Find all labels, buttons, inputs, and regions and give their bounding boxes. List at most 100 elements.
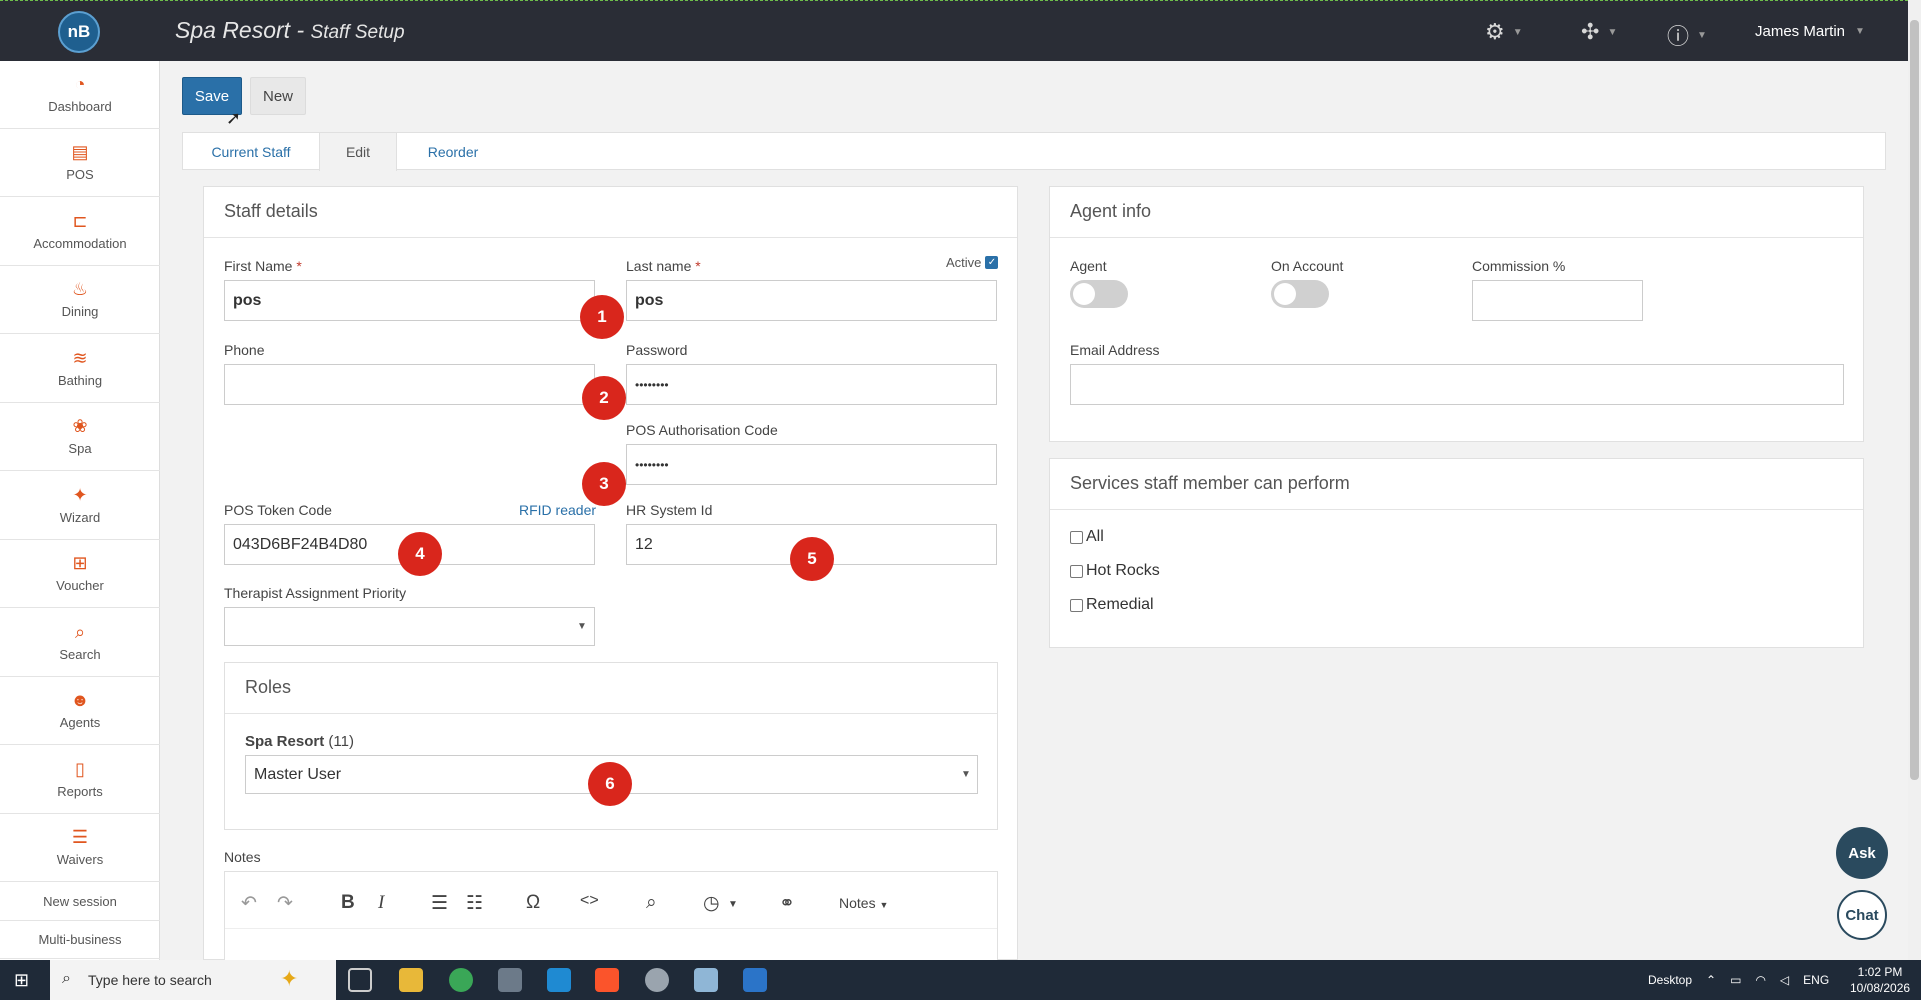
- annotation-badge-4: 4: [398, 532, 442, 576]
- italic-icon[interactable]: I: [378, 892, 384, 914]
- volume-icon[interactable]: ◁: [1780, 973, 1789, 987]
- page-scrollbar[interactable]: [1908, 0, 1921, 960]
- settings-menu-button[interactable]: ⚙ ▼: [1485, 19, 1523, 45]
- pos-authorisation-label: POS Authorisation Code: [626, 422, 778, 438]
- service-option-all[interactable]: All: [1070, 528, 1104, 546]
- special-character-icon[interactable]: Ω: [526, 892, 540, 914]
- on-account-label: On Account: [1271, 258, 1344, 274]
- sidebar-item-dining[interactable]: ♨ Dining: [0, 266, 160, 334]
- file-explorer-icon[interactable]: [399, 968, 423, 992]
- chevron-down-icon: ▼: [879, 900, 889, 910]
- tab-current-staff[interactable]: Current Staff: [183, 133, 319, 171]
- vscode-icon[interactable]: [547, 968, 571, 992]
- service-option-label: Hot Rocks: [1086, 562, 1160, 579]
- service-option-hot-rocks[interactable]: Hot Rocks: [1070, 562, 1160, 580]
- battery-icon[interactable]: ▭: [1730, 973, 1741, 987]
- user-menu[interactable]: James Martin ▼: [1755, 23, 1865, 40]
- divider: [1050, 509, 1863, 510]
- wifi-icon[interactable]: ◠: [1755, 973, 1765, 987]
- task-view-icon[interactable]: [348, 968, 372, 992]
- commission-input[interactable]: [1472, 280, 1643, 321]
- phone-input[interactable]: [224, 364, 595, 405]
- services-title: Services staff member can perform: [1070, 473, 1350, 493]
- help-menu-button[interactable]: ⓘ ▼: [1667, 19, 1707, 51]
- search-icon[interactable]: ⌕: [646, 892, 657, 914]
- agent-toggle[interactable]: [1070, 280, 1128, 308]
- brave-browser-icon[interactable]: [595, 968, 619, 992]
- clock-icon[interactable]: ◷: [703, 892, 720, 915]
- rfid-reader-link[interactable]: RFID reader: [519, 502, 596, 518]
- sidebar-item-pos[interactable]: ▤ POS: [0, 129, 160, 197]
- sidebar-item-search[interactable]: ⌕ Search: [0, 609, 160, 677]
- new-session-link[interactable]: New session: [0, 883, 160, 921]
- notes-dropdown[interactable]: Notes ▼: [839, 895, 888, 911]
- email-input[interactable]: [1070, 364, 1844, 405]
- undo-icon[interactable]: ↶: [241, 892, 257, 915]
- chevron-up-icon[interactable]: ⌃: [1706, 973, 1716, 987]
- sidebar-item-spa[interactable]: ❀ Spa: [0, 403, 160, 471]
- service-option-label: Remedial: [1086, 596, 1154, 613]
- therapist-priority-select[interactable]: [224, 607, 595, 646]
- first-name-input[interactable]: pos: [224, 280, 595, 321]
- service-checkbox[interactable]: [1070, 564, 1083, 578]
- last-name-input[interactable]: pos: [626, 280, 997, 321]
- system-tray: Desktop ⌃ ▭ ◠ ◁ ENG: [1648, 960, 1829, 1000]
- pos-token-label: POS Token Code: [224, 502, 332, 518]
- on-account-toggle[interactable]: [1271, 280, 1329, 308]
- app-icon[interactable]: [694, 968, 718, 992]
- sidebar-item-accommodation[interactable]: ⊏ Accommodation: [0, 198, 160, 266]
- multi-business-link[interactable]: Multi-business: [0, 921, 160, 959]
- integrations-menu-button[interactable]: ✣ ▼: [1581, 19, 1617, 45]
- code-icon[interactable]: <>: [580, 892, 599, 910]
- dashboard-icon: ◔: [74, 74, 86, 94]
- redo-icon[interactable]: ↷: [277, 892, 293, 915]
- numbered-list-icon[interactable]: ☷: [466, 892, 483, 915]
- sidebar-item-wizard[interactable]: ✦ Wizard: [0, 472, 160, 540]
- taskbar-search-input[interactable]: ⌕ Type here to search ✦: [50, 960, 336, 1000]
- language-indicator[interactable]: ENG: [1803, 973, 1829, 987]
- taskbar-clock[interactable]: 1:02 PM 10/08/2026: [1850, 964, 1910, 996]
- sidebar-item-voucher[interactable]: ⊞ Voucher: [0, 540, 160, 608]
- chevron-down-icon: ▼: [1697, 29, 1707, 41]
- app-icon[interactable]: [498, 968, 522, 992]
- service-option-remedial[interactable]: Remedial: [1070, 596, 1154, 614]
- email-label: Email Address: [1070, 342, 1160, 358]
- link-icon[interactable]: ⚭: [779, 892, 795, 915]
- sidebar-item-label: Spa: [68, 441, 92, 456]
- chevron-down-icon: ▼: [1855, 26, 1865, 37]
- ask-button[interactable]: Ask: [1836, 827, 1888, 879]
- active-checkbox[interactable]: ✓: [985, 256, 999, 269]
- notes-editor[interactable]: ↶ ↷ B I ☰ ☷ Ω <> ⌕ ◷ ▼ ⚭ Notes ▼: [224, 871, 998, 961]
- sidebar-item-bathing[interactable]: ≋ Bathing: [0, 335, 160, 403]
- sidebar: ◔ Dashboard ▤ POS ⊏ Accommodation ♨ Dining ≋…: [0, 61, 160, 960]
- pos-authorisation-input[interactable]: ••••••••: [626, 444, 997, 485]
- bold-icon[interactable]: B: [341, 892, 355, 914]
- new-button[interactable]: New: [250, 77, 306, 115]
- password-label: Password: [626, 342, 688, 358]
- last-name-label-text: Last name: [626, 258, 692, 274]
- app-logo[interactable]: nB: [58, 11, 100, 53]
- chat-button[interactable]: Chat: [1837, 890, 1887, 940]
- phone-label: Phone: [224, 342, 265, 358]
- first-name-label-text: First Name: [224, 258, 293, 274]
- windows-start-icon[interactable]: ⊞: [14, 970, 29, 991]
- tab-edit[interactable]: Edit: [319, 133, 397, 171]
- sparkle-icon: ✦: [280, 966, 299, 991]
- settings-gear-icon[interactable]: [645, 968, 669, 992]
- scrollbar-thumb[interactable]: [1910, 20, 1919, 780]
- desktop-label[interactable]: Desktop: [1648, 973, 1692, 987]
- bullet-list-icon[interactable]: ☰: [431, 892, 448, 915]
- sidebar-item-waivers[interactable]: ☰ Waivers: [0, 814, 160, 882]
- chrome-icon[interactable]: [449, 968, 473, 992]
- outlook-icon[interactable]: [743, 968, 767, 992]
- service-checkbox[interactable]: [1070, 598, 1083, 612]
- password-input[interactable]: ••••••••: [626, 364, 997, 405]
- service-checkbox[interactable]: [1070, 530, 1083, 544]
- sidebar-item-dashboard[interactable]: ◔ Dashboard: [0, 61, 160, 129]
- sidebar-item-reports[interactable]: ▯ Reports: [0, 746, 160, 814]
- sidebar-item-agents[interactable]: ☻ Agents: [0, 677, 160, 745]
- sidebar-item-label: Dining: [61, 304, 99, 319]
- active-toggle[interactable]: Active ✓: [946, 255, 999, 270]
- tab-reorder[interactable]: Reorder: [397, 133, 509, 171]
- integrations-icon: ✣: [1581, 19, 1600, 44]
